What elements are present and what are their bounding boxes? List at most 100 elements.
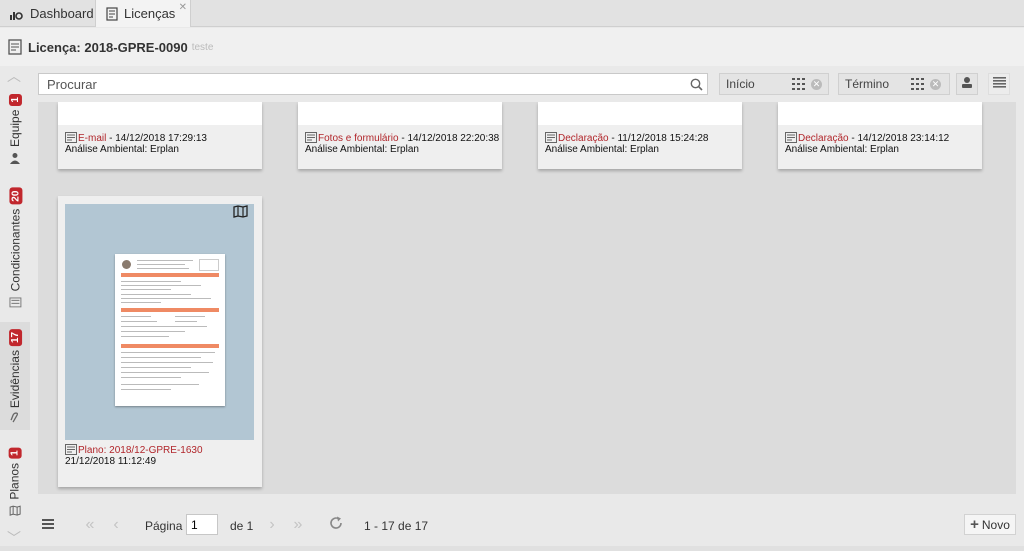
chevron-down-icon[interactable]: ﹀ xyxy=(7,528,21,548)
card-type[interactable]: Declaração xyxy=(798,133,849,144)
tab-bar: Dashboard Licenças ✕ xyxy=(0,0,1024,27)
map-icon[interactable] xyxy=(233,205,248,218)
close-tab-icon[interactable]: ✕ xyxy=(179,2,187,13)
menu-button[interactable] xyxy=(38,515,58,535)
clear-end-date-icon[interactable]: ✕ xyxy=(930,78,941,90)
calendar-icon[interactable] xyxy=(911,78,924,90)
card-preview xyxy=(58,102,262,125)
end-date-input[interactable] xyxy=(839,77,907,91)
bar-chart-icon xyxy=(10,8,24,20)
map-icon xyxy=(9,505,21,516)
tab-dashboard-label: Dashboard xyxy=(30,6,94,21)
document-thumbnail xyxy=(115,254,225,406)
side-tab-condicionantes[interactable]: Condicionantes 20 xyxy=(0,178,30,318)
card-type[interactable]: Plano: 2018/12-GPRE-1630 xyxy=(78,445,203,456)
card-subtitle: Análise Ambiental: Erplan xyxy=(785,144,899,155)
chevron-right-icon: › xyxy=(269,516,275,533)
document-icon xyxy=(65,132,77,143)
card-datetime: - 14/12/2018 22:20:38 xyxy=(398,133,500,144)
tab-dashboard[interactable]: Dashboard xyxy=(0,0,94,27)
refresh-icon xyxy=(329,516,343,535)
list-view-button[interactable] xyxy=(988,73,1010,95)
evidence-card[interactable]: Declaração - 14/12/2018 23:14:12 Análise… xyxy=(778,102,982,169)
side-tab-condicionantes-label: Condicionantes xyxy=(8,208,23,292)
side-tab-planos[interactable]: Planos 1 xyxy=(0,438,30,526)
card-preview xyxy=(778,102,982,125)
hamburger-icon xyxy=(42,516,54,534)
side-tab-condicionantes-badge: 20 xyxy=(8,187,22,205)
prev-page-button[interactable]: ‹ xyxy=(106,515,126,535)
double-chevron-left-icon: « xyxy=(85,516,95,533)
next-page-button[interactable]: › xyxy=(262,515,282,535)
card-preview xyxy=(298,102,502,125)
card-type[interactable]: E-mail xyxy=(78,133,106,144)
plus-icon: + xyxy=(970,516,979,533)
tab-licencas-label: Licenças xyxy=(124,6,176,21)
card-caption: Fotos e formulário - 14/12/2018 22:20:38… xyxy=(305,132,499,155)
card-type[interactable]: Declaração xyxy=(558,133,609,144)
search-box xyxy=(38,73,708,95)
first-page-button[interactable]: « xyxy=(80,515,100,535)
license-doc-icon xyxy=(106,6,118,21)
document-icon xyxy=(305,132,317,143)
bottom-edge xyxy=(0,546,1024,551)
toolbar: ✕ ✕ xyxy=(38,73,1016,97)
side-tab-evidencias-badge: 17 xyxy=(8,328,22,347)
license-doc-icon xyxy=(8,39,22,55)
page-total-label: de 1 xyxy=(230,519,254,533)
side-tab-equipe[interactable]: Equipe 1 xyxy=(0,86,30,172)
card-caption: E-mail - 14/12/2018 17:29:13 Análise Amb… xyxy=(65,132,207,155)
evidence-card[interactable]: Declaração - 11/12/2018 15:24:28 Análise… xyxy=(538,102,742,169)
pagination-bar: « ‹ Página de 1 › » 1 - 17 de 17 + Novo xyxy=(38,513,1016,537)
page-number-input[interactable] xyxy=(186,514,218,535)
team-icon xyxy=(9,152,21,164)
condition-icon xyxy=(9,297,22,308)
card-subtitle: Análise Ambiental: Erplan xyxy=(305,144,419,155)
document-icon xyxy=(65,444,77,455)
page-title: Licença: 2018-GPRE-0090 xyxy=(28,39,188,55)
evidence-card[interactable]: Fotos e formulário - 14/12/2018 22:20:38… xyxy=(298,102,502,169)
card-datetime: - 14/12/2018 23:14:12 xyxy=(848,133,950,144)
document-icon xyxy=(545,132,557,143)
plan-preview-image xyxy=(65,204,254,440)
side-tab-evidencias[interactable]: Evidências 17 xyxy=(0,322,30,430)
user-filter-button[interactable] xyxy=(956,73,978,95)
side-tab-planos-label: Planos xyxy=(8,462,23,500)
card-preview xyxy=(538,102,742,125)
refresh-button[interactable] xyxy=(326,515,346,535)
search-input[interactable] xyxy=(39,74,685,94)
evidence-card[interactable]: E-mail - 14/12/2018 17:29:13 Análise Amb… xyxy=(58,102,262,169)
evidence-grid: E-mail - 14/12/2018 17:29:13 Análise Amb… xyxy=(38,102,1016,494)
side-tab-equipe-label: Equipe xyxy=(8,109,22,147)
card-caption: Declaração - 11/12/2018 15:24:28 Análise… xyxy=(545,132,709,155)
end-date-box: ✕ xyxy=(838,73,950,95)
paperclip-icon xyxy=(10,412,20,424)
clear-start-date-icon[interactable]: ✕ xyxy=(811,78,822,90)
chevron-left-icon: ‹ xyxy=(113,516,119,533)
double-chevron-right-icon: » xyxy=(293,516,303,533)
page-subtitle: teste xyxy=(191,41,214,53)
result-range: 1 - 17 de 17 xyxy=(364,519,429,533)
card-datetime: - 14/12/2018 17:29:13 xyxy=(106,133,207,144)
side-tab-evidencias-label: Evidências xyxy=(8,350,22,409)
card-caption: Declaração - 14/12/2018 23:14:12 Análise… xyxy=(785,132,949,155)
side-tabs: ︿ Equipe 1 Condicionantes 20 Evidências … xyxy=(0,66,30,551)
card-subtitle: Análise Ambiental: Erplan xyxy=(545,144,659,155)
start-date-input[interactable] xyxy=(720,77,788,91)
calendar-icon[interactable] xyxy=(792,78,805,90)
start-date-box: ✕ xyxy=(719,73,829,95)
card-subtitle: 21/12/2018 11:12:49 xyxy=(65,456,157,467)
card-type[interactable]: Fotos e formulário xyxy=(318,133,399,144)
side-tab-equipe-badge: 1 xyxy=(8,94,22,106)
document-icon xyxy=(785,132,797,143)
search-icon[interactable] xyxy=(685,78,707,91)
tab-licencas[interactable]: Licenças ✕ xyxy=(95,0,191,27)
new-button[interactable]: + Novo xyxy=(964,514,1016,535)
page-header: Licença: 2018-GPRE-0090 teste xyxy=(0,28,1024,66)
page-label: Página xyxy=(145,519,183,533)
last-page-button[interactable]: » xyxy=(288,515,308,535)
user-icon xyxy=(961,76,973,92)
chevron-up-icon[interactable]: ︿ xyxy=(7,66,21,86)
plan-card[interactable]: Plano: 2018/12-GPRE-1630 21/12/2018 11:1… xyxy=(58,196,262,487)
new-button-label: Novo xyxy=(981,517,1010,532)
